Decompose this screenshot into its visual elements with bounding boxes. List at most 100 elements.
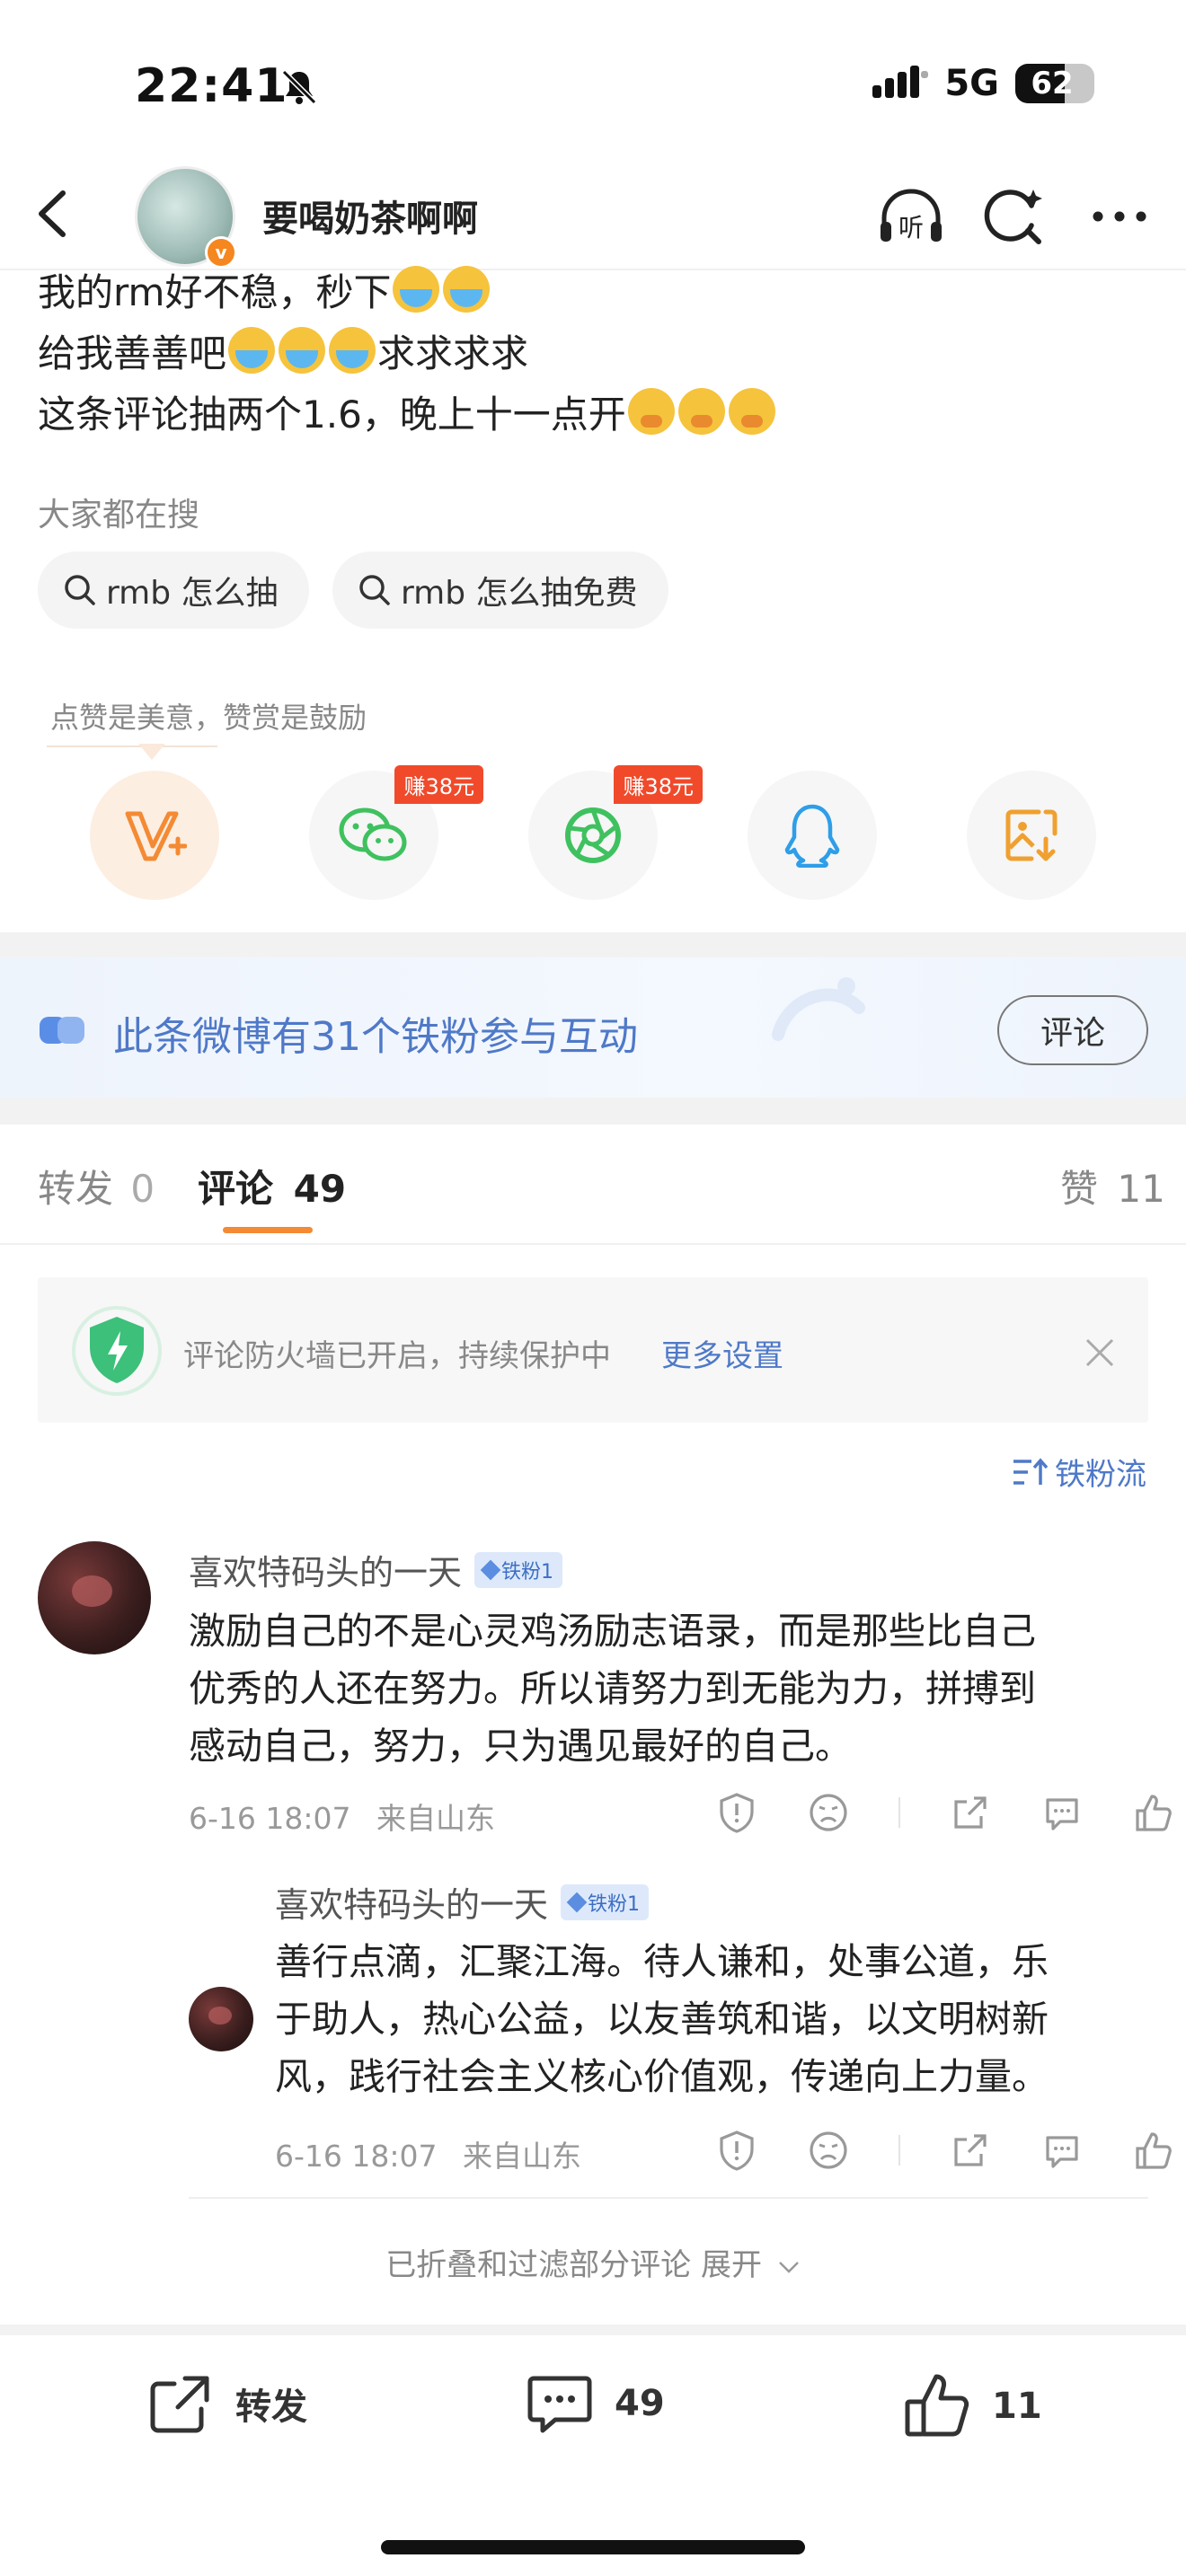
author-avatar[interactable]: v xyxy=(135,166,237,269)
tab-likes-count: 11 xyxy=(1117,1167,1165,1211)
commenter-avatar[interactable] xyxy=(38,1541,151,1654)
comment-line: 风，践行社会主义核心价值观，传递向上力量。 xyxy=(275,2055,1049,2098)
section-divider xyxy=(0,1098,1186,1125)
reply-body: 善行点滴，汇聚江海。待人谦和，处事公道，乐 于助人，热心公益，以友善筑和谐，以文… xyxy=(275,1933,1049,2105)
iron-fan-text: 此条微博有31个铁粉参与互动 xyxy=(113,1014,638,1060)
like-icon[interactable] xyxy=(1132,1791,1175,1834)
pleading-emoji-icon xyxy=(228,327,276,374)
search-chip-1[interactable]: rmb 怎么抽 xyxy=(38,551,309,629)
share-moments-button[interactable]: 赚38元 xyxy=(528,765,703,900)
comment-author-row: 喜欢特码头的一天 铁粉1 xyxy=(189,1545,563,1594)
comment-line: 优秀的人还在努力。所以请努力到无能为力，拼搏到 xyxy=(189,1667,1036,1710)
share-qq-button[interactable] xyxy=(748,771,877,900)
battery-indicator: 62 xyxy=(1015,64,1094,103)
tab-comments[interactable]: 评论 49 xyxy=(198,1159,346,1213)
reply-time: 6-16 18:07 xyxy=(275,2139,438,2174)
fan-flag-icon xyxy=(40,1017,84,1044)
tab-repost-count: 0 xyxy=(130,1167,155,1211)
tab-likes[interactable]: 赞 11 xyxy=(1060,1159,1165,1213)
iron-fan-badge: 铁粉1 xyxy=(561,1883,650,1920)
folded-comments-toggle[interactable]: 已折叠和过滤部分评论 展开 xyxy=(0,2240,1186,2284)
reply-avatar[interactable] xyxy=(189,1987,253,2051)
like-icon[interactable] xyxy=(1132,2129,1175,2172)
comment-author[interactable]: 喜欢特码头的一天 xyxy=(189,1545,462,1594)
comment-line: 感动自己，努力，只为遇见最好的自己。 xyxy=(189,1725,852,1768)
search-chip-label: rmb 怎么抽免费 xyxy=(401,575,638,612)
status-right: 5G 62 xyxy=(872,63,1094,104)
reply-author[interactable]: 喜欢特码头的一天 xyxy=(275,1877,548,1927)
author-name[interactable]: 要喝奶茶啊啊 xyxy=(262,190,478,242)
post-line2-prefix: 给我善善吧 xyxy=(38,331,227,375)
listen-icon[interactable]: 听 xyxy=(875,181,947,252)
sort-icon xyxy=(1013,1457,1048,1485)
post-header: v 要喝奶茶啊啊 听 xyxy=(0,157,1186,270)
bottom-comment-count: 49 xyxy=(615,2383,665,2424)
share-wechat-button[interactable]: 赚38元 xyxy=(309,765,483,900)
repost-icon xyxy=(150,2376,209,2433)
firewall-settings-link[interactable]: 更多设置 xyxy=(661,1331,783,1375)
search-icon xyxy=(65,575,95,605)
bottom-repost-label: 转发 xyxy=(235,2386,307,2428)
back-icon[interactable] xyxy=(27,184,81,243)
more-icon[interactable] xyxy=(1084,181,1155,252)
comment-line: 善行点滴，汇聚江海。待人谦和，处事公道，乐 xyxy=(275,1940,1049,1983)
shield-icon xyxy=(72,1306,162,1396)
network-type: 5G xyxy=(944,63,999,104)
search-chip-2[interactable]: rmb 怎么抽免费 xyxy=(332,551,668,629)
pleading-emoji-icon xyxy=(329,327,376,374)
share-icon[interactable] xyxy=(949,2129,992,2172)
search-chip-label: rmb 怎么抽 xyxy=(106,575,279,612)
actions-divider xyxy=(898,1797,900,1828)
save-image-button[interactable] xyxy=(967,771,1096,900)
reply-icon[interactable] xyxy=(1040,2129,1084,2172)
close-icon[interactable] xyxy=(1084,1337,1116,1369)
reward-button[interactable] xyxy=(90,771,219,900)
search-icon xyxy=(359,575,390,605)
pleading-emoji-icon xyxy=(279,327,326,374)
section-divider xyxy=(0,932,1186,957)
crying-emoji-icon xyxy=(393,266,440,313)
share-icon[interactable] xyxy=(949,1791,992,1834)
save-image-icon xyxy=(1005,809,1058,861)
bottom-repost-button[interactable]: 转发 xyxy=(146,2371,307,2436)
svg-text:听: 听 xyxy=(898,213,924,243)
dislike-face-icon[interactable] xyxy=(807,1791,850,1834)
praying-emoji-icon xyxy=(677,388,725,435)
sort-iron-fan-button[interactable]: 铁粉流 xyxy=(1012,1450,1146,1494)
comment-meta: 6-16 18:07 来自山东 xyxy=(189,1795,495,1838)
chevron-down-icon xyxy=(778,2261,799,2273)
comment-line: 于助人，热心公益，以友善筑和谐，以文明树新 xyxy=(275,1998,1049,2041)
search-icon[interactable] xyxy=(979,181,1051,252)
bottom-like-button[interactable]: 11 xyxy=(902,2371,1042,2441)
bottom-divider xyxy=(0,2325,1186,2335)
tab-repost[interactable]: 转发 0 xyxy=(38,1159,155,1213)
moments-aperture-icon xyxy=(565,807,621,863)
reply-icon[interactable] xyxy=(1040,1791,1084,1834)
dislike-face-icon[interactable] xyxy=(807,2129,850,2172)
bottom-comment-button[interactable]: 49 xyxy=(525,2371,665,2436)
wechat-icon xyxy=(339,807,407,861)
fan-badge-label: 铁粉1 xyxy=(501,1560,554,1584)
comment-time: 6-16 18:07 xyxy=(189,1801,351,1836)
tab-comments-label: 评论 xyxy=(198,1167,274,1211)
post-text-line-1: 我的rm好不稳，秒下 xyxy=(38,262,491,317)
battery-percent: 62 xyxy=(1031,66,1074,101)
tab-repost-label: 转发 xyxy=(38,1167,114,1211)
comment-location: 来自山东 xyxy=(376,1801,495,1836)
comment-divider xyxy=(189,2197,1148,2199)
reply-meta: 6-16 18:07 来自山东 xyxy=(275,2132,581,2175)
post-text-line-3: 这条评论抽两个1.6，晚上十一点开 xyxy=(38,384,777,439)
post-text-line-2: 给我善善吧 求求求求 xyxy=(38,323,528,378)
reply-location: 来自山东 xyxy=(463,2139,581,2174)
tab-likes-label: 赞 xyxy=(1060,1167,1099,1211)
tab-comments-count: 49 xyxy=(293,1167,347,1211)
home-indicator xyxy=(381,2540,805,2554)
fan-comment-button[interactable]: 评论 xyxy=(997,995,1148,1065)
crying-emoji-icon xyxy=(443,266,491,313)
report-icon[interactable] xyxy=(715,1791,758,1834)
report-icon[interactable] xyxy=(715,2129,758,2172)
status-time: 22:41 xyxy=(135,59,288,113)
comment-actions xyxy=(715,1791,1175,1834)
actions-divider xyxy=(898,2135,900,2166)
comment-icon xyxy=(527,2376,592,2433)
